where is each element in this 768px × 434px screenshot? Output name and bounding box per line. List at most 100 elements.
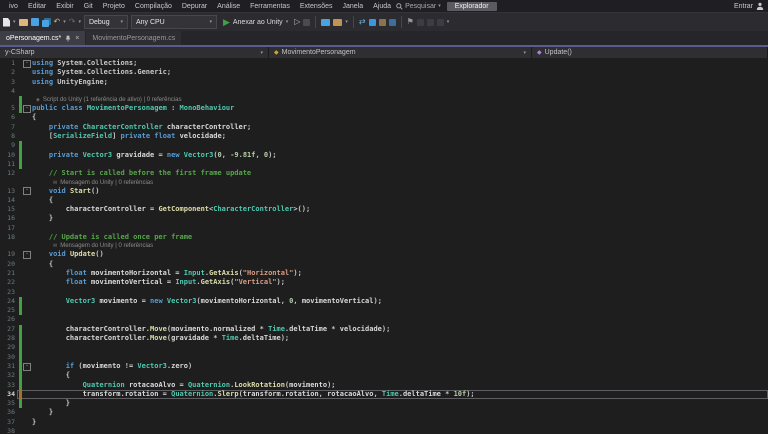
code-line[interactable]: 34 transform.rotation = Quaternion.Slerp…	[0, 389, 768, 400]
menu-item-ivo[interactable]: ivo	[4, 3, 23, 10]
fold-collapse-icon[interactable]: -	[23, 104, 31, 113]
code-line[interactable]: 7 private CharacterController characterC…	[0, 123, 768, 132]
fold-margin	[22, 96, 32, 104]
tab-active-document[interactable]: oPersonagem.cs* ×	[0, 31, 86, 45]
menu-item-janela[interactable]: Janela	[338, 3, 369, 10]
search-control[interactable]: Pesquisar ▾	[396, 3, 441, 10]
find-in-files-icon[interactable]	[321, 18, 331, 26]
code-line[interactable]: 3 using UnityEngine;	[0, 78, 768, 87]
code-line[interactable]: 32 {	[0, 371, 768, 381]
code-line[interactable]: 8 [SerializeField] private float velocid…	[0, 132, 768, 141]
toolbox-icon[interactable]	[388, 18, 396, 26]
code-editor[interactable]: 1- using System.Collections; 2 using System…	[0, 58, 768, 434]
code-line[interactable]: 16 }	[0, 214, 768, 223]
menu-item-depurar[interactable]: Depurar	[177, 3, 212, 10]
code-line[interactable]: 37}	[0, 418, 768, 427]
fold-collapse-icon[interactable]: -	[23, 187, 31, 196]
codelens-row[interactable]: ◈ Script do Unity (1 referência de ativo)…	[0, 96, 768, 105]
start-without-debug-icon[interactable]: ▷	[294, 18, 300, 26]
debug-config-dropdown[interactable]: Debug ▾	[83, 15, 128, 29]
code-line[interactable]: 10 private Vector3 gravidade = new Vecto…	[0, 150, 768, 160]
code-line[interactable]: 20 {	[0, 260, 768, 269]
codelens-link[interactable]: ✉ Mensagem do Unity | 0 referências	[32, 242, 153, 250]
project-dropdown[interactable]: y-CSharp ▾	[0, 47, 269, 58]
code-text: public class MovimentoPersonagem : MonoB…	[32, 104, 235, 113]
code-line[interactable]: 33 Quaternion rotacaoAlvo = Quaternion.L…	[0, 380, 768, 390]
close-icon[interactable]: ×	[75, 35, 79, 42]
menu-item-projeto[interactable]: Projeto	[98, 3, 130, 10]
fold-collapse-icon[interactable]: -	[23, 59, 31, 68]
code-line[interactable]: 24 Vector3 movimento = new Vector3(movim…	[0, 296, 768, 307]
code-line[interactable]: 14 {	[0, 196, 768, 205]
save-icon[interactable]	[30, 18, 39, 26]
class-dropdown[interactable]: ◆ MovimentoPersonagem ▾	[269, 47, 532, 58]
chevron-down-icon[interactable]: ▾	[447, 19, 450, 25]
menu-item-git[interactable]: Git	[79, 3, 98, 10]
code-line[interactable]: 28 characterController.Move(gravidade * …	[0, 334, 768, 344]
code-line[interactable]: 30	[0, 352, 768, 362]
navigate-back-icon[interactable]: ⇄	[359, 18, 366, 26]
code-line[interactable]: 2 using System.Collections.Generic;	[0, 68, 768, 77]
open-folder-icon[interactable]	[18, 18, 28, 26]
bookmark-icon[interactable]: ⚑	[407, 18, 414, 26]
code-line[interactable]: 18 // Update is called once per frame	[0, 233, 768, 242]
search-box[interactable]: Explorador	[446, 1, 497, 11]
code-line[interactable]: 1- using System.Collections;	[0, 59, 768, 68]
chevron-down-icon[interactable]: ▾	[13, 19, 16, 25]
bookmark-prev-icon[interactable]	[416, 18, 424, 26]
code-line[interactable]: 9	[0, 141, 768, 151]
new-file-icon[interactable]	[3, 17, 10, 27]
codelens-row[interactable]: ✉ Mensagem do Unity | 0 referências	[0, 179, 768, 187]
code-line[interactable]: 17	[0, 224, 768, 233]
hot-reload-icon[interactable]	[303, 18, 311, 26]
fold-collapse-icon[interactable]: -	[23, 250, 31, 259]
chevron-down-icon[interactable]: ▾	[63, 19, 66, 25]
code-line[interactable]: 11	[0, 159, 768, 170]
code-line[interactable]: 4	[0, 87, 768, 96]
menu-item-exibir[interactable]: Exibir	[51, 3, 79, 10]
codelens-link[interactable]: ✉ Mensagem do Unity | 0 referências	[32, 179, 153, 187]
bookmark-next-icon[interactable]	[426, 18, 434, 26]
menu-item-análise[interactable]: Análise	[212, 3, 245, 10]
tab-inactive-document[interactable]: MovimentoPersonagem.cs	[86, 31, 182, 45]
code-line[interactable]: 12 // Start is called before the first f…	[0, 169, 768, 178]
code-line[interactable]: 35 }	[0, 399, 768, 409]
pin-icon[interactable]	[65, 35, 71, 42]
properties-icon[interactable]	[378, 18, 386, 26]
run-button[interactable]: ▶ Anexar ao Unity ▾	[220, 18, 291, 27]
code-line[interactable]: 13- void Start()	[0, 187, 768, 196]
member-dropdown[interactable]: ◆ Update()	[532, 47, 768, 58]
fold-collapse-icon[interactable]: -	[23, 362, 31, 371]
codelens-link[interactable]: ◈ Script do Unity (1 referência de ativo)…	[32, 96, 181, 104]
code-line[interactable]: 38	[0, 427, 768, 434]
redo-icon[interactable]: ↷	[69, 18, 76, 26]
menu-item-ferramentas[interactable]: Ferramentas	[245, 3, 295, 10]
chevron-down-icon[interactable]: ▾	[345, 19, 348, 25]
code-line[interactable]: 19- void Update()	[0, 250, 768, 259]
code-line[interactable]: 25	[0, 306, 768, 316]
chevron-down-icon[interactable]: ▾	[78, 19, 81, 25]
cpu-config-dropdown[interactable]: Any CPU ▾	[130, 15, 217, 29]
code-line[interactable]: 22 float movimentoVertical = Input.GetAx…	[0, 278, 768, 287]
code-line[interactable]: 29	[0, 343, 768, 353]
code-line[interactable]: 23	[0, 288, 768, 297]
menu-item-compilação[interactable]: Compilação	[130, 3, 177, 10]
code-line[interactable]: 26	[0, 315, 768, 324]
bookmark-clear-icon[interactable]	[436, 18, 444, 26]
menu-item-extensões[interactable]: Extensões	[295, 3, 338, 10]
code-line[interactable]: 6{	[0, 113, 768, 122]
code-line[interactable]: 5- public class MovimentoPersonagem : Mon…	[0, 104, 768, 114]
sign-in-button[interactable]: Entrar	[734, 2, 764, 10]
codelens-row[interactable]: ✉ Mensagem do Unity | 0 referências	[0, 242, 768, 250]
code-line[interactable]: 21 float movimentoHorizontal = Input.Get…	[0, 269, 768, 278]
menu-item-ajuda[interactable]: Ajuda	[368, 3, 396, 10]
solution-explorer-icon[interactable]	[368, 18, 376, 26]
code-line[interactable]: 31- if (movimento != Vector3.zero)	[0, 361, 768, 372]
menu-item-editar[interactable]: Editar	[23, 3, 51, 10]
code-line[interactable]: 36 }	[0, 408, 768, 417]
code-line[interactable]: 27 characterController.Move(movimento.no…	[0, 324, 768, 335]
save-all-icon[interactable]	[41, 19, 49, 27]
code-line[interactable]: 15 characterController = GetComponent<Ch…	[0, 205, 768, 214]
new-window-icon[interactable]	[333, 18, 343, 26]
undo-icon[interactable]: ↶	[54, 18, 61, 26]
